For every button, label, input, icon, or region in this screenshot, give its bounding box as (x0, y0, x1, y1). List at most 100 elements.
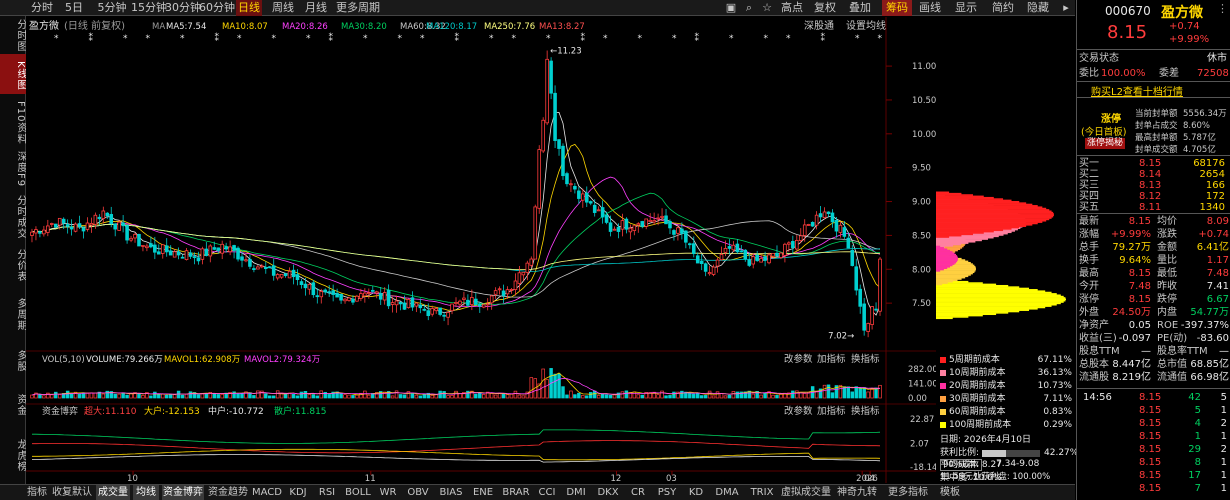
indicator-tab[interactable]: 收复默认 (51, 485, 93, 500)
indicator-tab[interactable]: 虚拟成交量 (781, 485, 831, 500)
indicator-tab[interactable]: BOLL (343, 485, 373, 500)
ma13-value: MA13:8.27 (539, 22, 585, 32)
volume-bar (585, 395, 589, 399)
candle (256, 266, 260, 270)
period-tab-5min[interactable]: 5分钟 (94, 0, 130, 16)
indicator-tab[interactable]: 均线 (133, 485, 159, 500)
indicator-tab[interactable]: DMA (711, 485, 743, 500)
nav-zijin[interactable]: 资金 (0, 386, 26, 422)
indicator-tab[interactable]: CCI (535, 485, 559, 500)
candle (263, 266, 268, 270)
indicator-tab[interactable]: CR (626, 485, 650, 500)
tick-volume: 5 (1194, 405, 1201, 416)
search-icon[interactable]: ⌕ (742, 0, 756, 16)
candle (351, 298, 355, 303)
candle (759, 257, 763, 263)
indicator-tab[interactable]: KDJ (285, 485, 311, 500)
btn-jianyue[interactable]: 简约 (988, 0, 1018, 16)
btn-gaodian[interactable]: 高点 (778, 0, 806, 16)
period-tab-60min[interactable]: 60分钟 (198, 0, 236, 16)
indicator-tab[interactable]: 成交量 (96, 485, 130, 500)
candle (149, 243, 153, 248)
candle (315, 295, 320, 298)
tick-row: 8.15 17 1 (1077, 469, 1230, 482)
quote-label: 总手 (1079, 242, 1099, 253)
volume-bar (303, 390, 308, 399)
period-tab-daily[interactable]: 日线 (236, 0, 262, 16)
period-tab-weekly[interactable]: 周线 (270, 0, 296, 16)
volume-bar (168, 394, 173, 399)
chip-swatch (940, 382, 946, 389)
nav-fenshitu[interactable]: 分时图 (0, 16, 26, 52)
period-tab-more[interactable]: 更多周期 (336, 0, 380, 16)
btn-fuquan[interactable]: 复权 (810, 0, 840, 16)
volume-bar (854, 386, 858, 399)
volume-bar (149, 395, 153, 399)
indicator-tab[interactable]: BRAR (500, 485, 532, 500)
btn-yincang[interactable]: 隐藏 (1020, 0, 1056, 16)
period-tab-15min[interactable]: 15分钟 (130, 0, 168, 16)
limit-reveal-button[interactable]: 涨停揭秘 (1085, 138, 1126, 149)
candle (632, 225, 637, 231)
indicator-tab[interactable]: KD (684, 485, 708, 500)
indicator-tab[interactable]: TRIX (746, 485, 778, 500)
nav-kxiantu[interactable]: K线图 (0, 54, 26, 94)
quote-label: 收益(三) (1079, 333, 1117, 344)
candle (61, 218, 66, 224)
volume-bar (454, 390, 458, 399)
candle (394, 300, 399, 306)
collapse-icon[interactable]: ▸ (1058, 0, 1074, 16)
period-toolbar: 分时 5日 5分钟 15分钟 30分钟 60分钟 日线 周线 月线 更多周期 ▣… (0, 0, 1075, 16)
candle (121, 222, 125, 227)
volume-bar (874, 387, 878, 399)
candle (672, 230, 676, 235)
period-tab-fenshi[interactable]: 分时 (28, 0, 56, 16)
indicator-tab[interactable]: BIAS (436, 485, 466, 500)
indicator-tab[interactable]: 资金趋势 (207, 485, 249, 500)
cost-select[interactable]: 90%成本 (940, 459, 982, 471)
btn-xianshi[interactable]: 显示 (948, 0, 984, 16)
nav-depth[interactable]: 深度F9 (0, 148, 26, 188)
indicator-tab[interactable]: DKX (593, 485, 623, 500)
nav-longhubang[interactable]: 龙虎榜 (0, 430, 26, 478)
candle (85, 222, 90, 230)
period-tab-30min[interactable]: 30分钟 (164, 0, 202, 16)
volume-bar (367, 394, 371, 399)
indicator-tab[interactable]: MACD (252, 485, 282, 500)
indicator-tab[interactable]: 指标 (26, 485, 48, 500)
btn-diejia[interactable]: 叠加 (842, 0, 878, 16)
volume-bar (339, 393, 343, 399)
volume-bar (236, 393, 240, 399)
kline-chart[interactable]: 盈方微 (日线 前复权) MA MA5:7.54 MA10:8.07 MA20:… (26, 17, 936, 483)
indicator-tab[interactable]: RSI (314, 485, 340, 500)
btn-chouma[interactable]: 筹码 (882, 0, 912, 16)
indicator-tab[interactable]: 神奇九转 (834, 485, 880, 500)
nav-fenjiabiao[interactable]: 分价表 (0, 244, 26, 284)
indicator-tab[interactable]: ENE (469, 485, 497, 500)
candle (723, 248, 728, 253)
nav-fenshichengjiao[interactable]: 分时成交 (0, 190, 26, 242)
indicator-tab[interactable]: WR (376, 485, 400, 500)
indicator-tab[interactable]: OBV (403, 485, 433, 500)
candle (260, 265, 264, 268)
period-tab-monthly[interactable]: 月线 (303, 0, 329, 16)
period-tab-5day[interactable]: 5日 (60, 0, 88, 16)
candle (636, 223, 641, 226)
candle (442, 314, 446, 317)
nav-f10[interactable]: F10资料 (0, 98, 26, 146)
star-icon[interactable]: ☆ (760, 0, 774, 16)
indicator-tab[interactable]: 更多指标 (883, 485, 933, 500)
window-icon[interactable]: ▣ (724, 0, 738, 16)
indicator-tab[interactable]: DMI (562, 485, 590, 500)
set-ma-button: 设置均线 (846, 19, 886, 32)
indicator-tab[interactable]: 模板 (936, 485, 964, 500)
nav-duogu[interactable]: 多股 (0, 342, 26, 378)
candle (802, 224, 807, 236)
btn-huaxian[interactable]: 画线 (916, 0, 944, 16)
nav-duozhouqi[interactable]: 多周期 (0, 288, 26, 338)
menu-icon[interactable]: ⋮ (1217, 2, 1228, 15)
tick-volume: 8 (1194, 457, 1201, 468)
indicator-tab[interactable]: 资金博弈 (162, 485, 204, 500)
indicator-tab[interactable]: PSY (653, 485, 681, 500)
l2-button[interactable]: 购买L2查看十档行情 (1091, 83, 1183, 98)
